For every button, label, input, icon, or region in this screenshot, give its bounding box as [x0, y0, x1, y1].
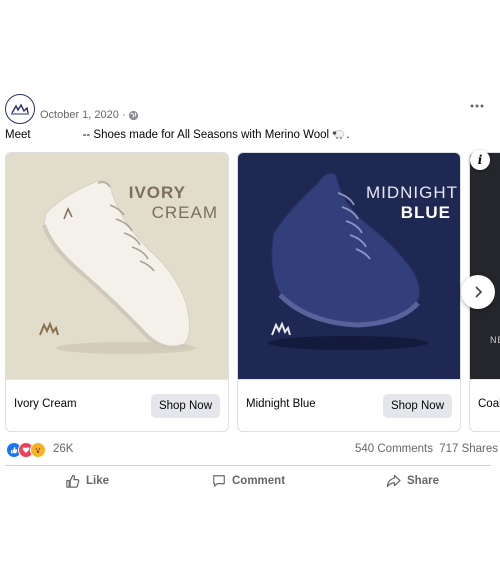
brand-logo-icon [11, 103, 29, 115]
image-text-line2: BLUE [401, 203, 451, 222]
card-footer: Midnight Blue Shop Now [238, 379, 460, 431]
wow-reaction-icon [30, 442, 46, 458]
post-date[interactable]: October 1, 2020 · [40, 109, 126, 121]
image-text-line1: MIDNIGHT [366, 183, 458, 202]
shop-now-button[interactable]: Shop Now [150, 394, 220, 418]
card-title[interactable]: Coal [478, 398, 500, 410]
carousel-card-midnight-blue[interactable]: MIDNIGHT BLUE Midnight Blue Shop Now [237, 152, 461, 432]
info-icon: i [477, 153, 483, 167]
share-label: Share [407, 475, 439, 487]
like-button[interactable]: Like [65, 472, 109, 490]
comment-button[interactable]: Comment [212, 472, 285, 490]
share-button[interactable]: Share [386, 472, 439, 490]
image-text-line1: IVORY [129, 183, 186, 202]
comment-icon [213, 475, 225, 487]
image-text-line2: CREAM [152, 203, 218, 222]
card-title[interactable]: Midnight Blue [246, 398, 316, 410]
image-text-line1: NE [490, 335, 500, 345]
chevron-right-icon [475, 286, 483, 298]
product-image-coal[interactable]: NE [470, 153, 500, 379]
engagement-stats: 540 Comments 717 Shares [355, 443, 498, 455]
reaction-icons[interactable] [6, 442, 46, 458]
page-avatar[interactable] [5, 94, 35, 124]
product-image-midnight-blue[interactable]: MIDNIGHT BLUE [238, 153, 460, 379]
comment-label: Comment [232, 475, 286, 487]
card-title[interactable]: Ivory Cream [14, 398, 77, 410]
thumbs-up-icon [66, 474, 80, 488]
comments-count[interactable]: 540 Comments [355, 443, 433, 455]
sheep-emoji-icon [332, 130, 345, 139]
product-carousel[interactable]: IVORY CREAM Ivory Cream Shop Now MIDNIGH… [0, 150, 500, 434]
product-image-ivory-cream[interactable]: IVORY CREAM [6, 153, 228, 379]
shop-now-button[interactable]: Shop Now [382, 394, 452, 418]
shares-count[interactable]: 717 Shares [439, 443, 498, 455]
share-icon [386, 474, 401, 488]
more-dots-icon [470, 104, 484, 108]
divider [5, 465, 491, 466]
caption-rest: -- Shoes made for All Seasons with Merin… [82, 129, 330, 141]
post-caption: Meet -- Shoes made for All Seasons with M… [5, 129, 350, 141]
caption-end: . [346, 129, 350, 141]
reaction-count[interactable]: 26K [53, 443, 73, 455]
caption-start: Meet [5, 129, 31, 141]
post-meta: October 1, 2020 · [40, 109, 139, 121]
globe-icon [128, 110, 138, 120]
info-badge-button[interactable]: i [470, 150, 490, 170]
carousel-next-button[interactable] [461, 275, 495, 309]
like-label: Like [86, 475, 110, 487]
more-options-button[interactable] [467, 98, 487, 114]
card-footer: Ivory Cream Shop Now [6, 379, 228, 431]
card-footer: Coal [470, 379, 500, 431]
carousel-card-ivory-cream[interactable]: IVORY CREAM Ivory Cream Shop Now [5, 152, 229, 432]
